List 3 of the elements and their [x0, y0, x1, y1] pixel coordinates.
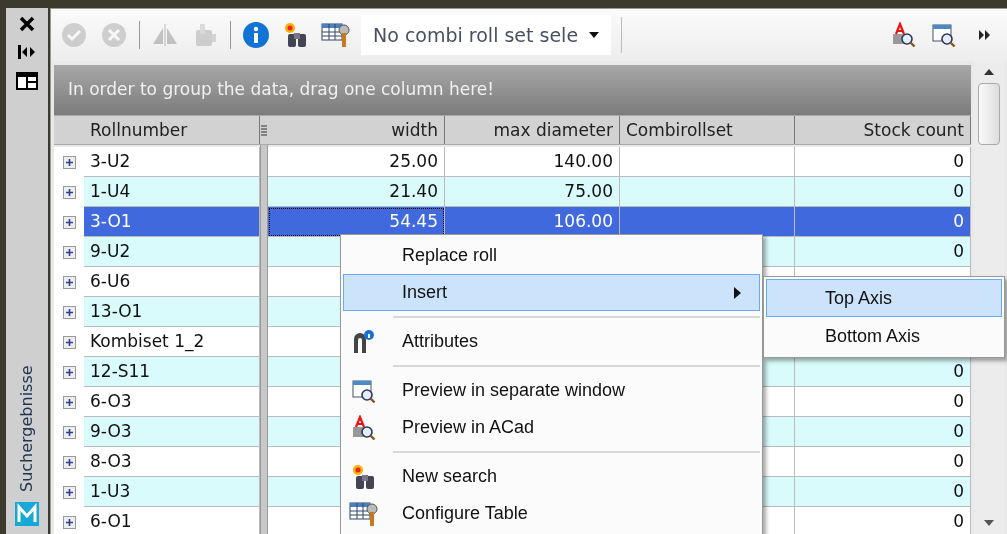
table-cell: 6-O1 [84, 507, 260, 534]
group-by-bar: In order to group the data, drag one column here! [54, 65, 971, 115]
table-cell: 0 [795, 507, 971, 534]
